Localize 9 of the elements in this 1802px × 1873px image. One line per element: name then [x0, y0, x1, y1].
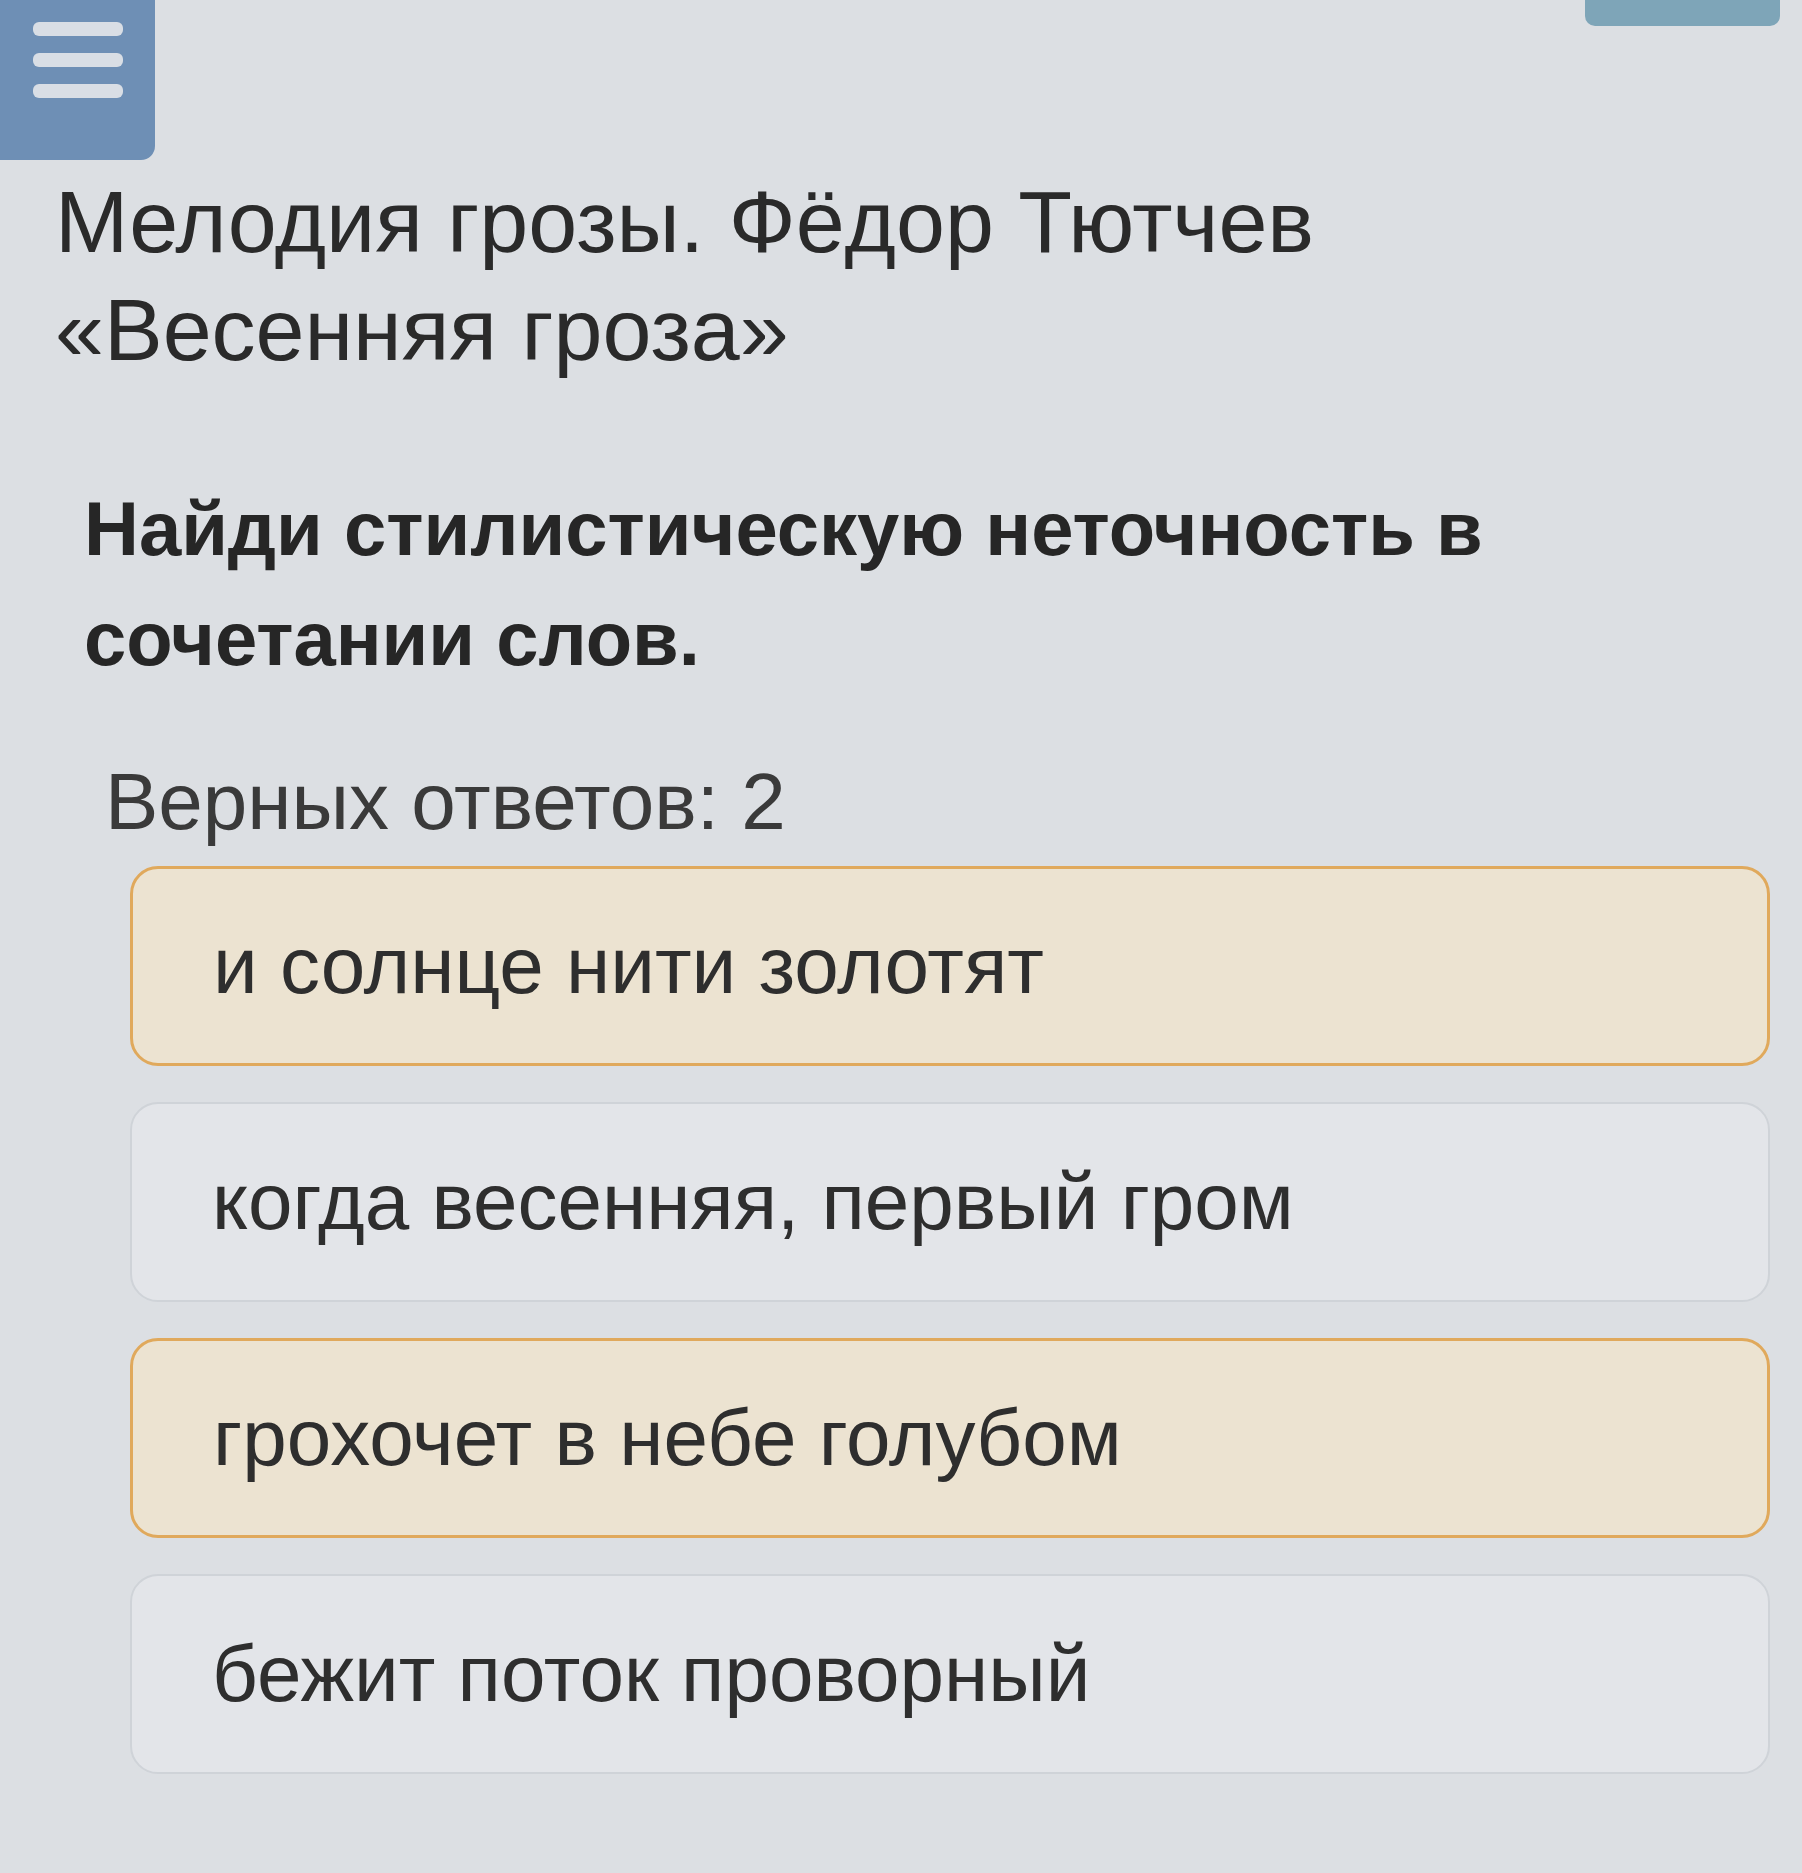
question-text: Найди стилистическую неточность в сочетании слов.: [84, 485, 1484, 683]
lesson-title: Мелодия грозы. Фёдор Тютчев «Весенняя гроза»: [55, 171, 1316, 381]
correct-answers-count: Верных ответов: 2: [105, 757, 786, 846]
answer-option[interactable]: бежит поток проворный: [130, 1574, 1770, 1774]
menu-button[interactable]: [0, 0, 155, 160]
answer-option[interactable]: грохочет в небе голубом: [130, 1338, 1770, 1538]
answer-option[interactable]: когда весенняя, первый гром: [130, 1102, 1770, 1302]
menu-icon: [32, 20, 123, 100]
answer-option[interactable]: и солнце нити золотят: [130, 866, 1770, 1066]
